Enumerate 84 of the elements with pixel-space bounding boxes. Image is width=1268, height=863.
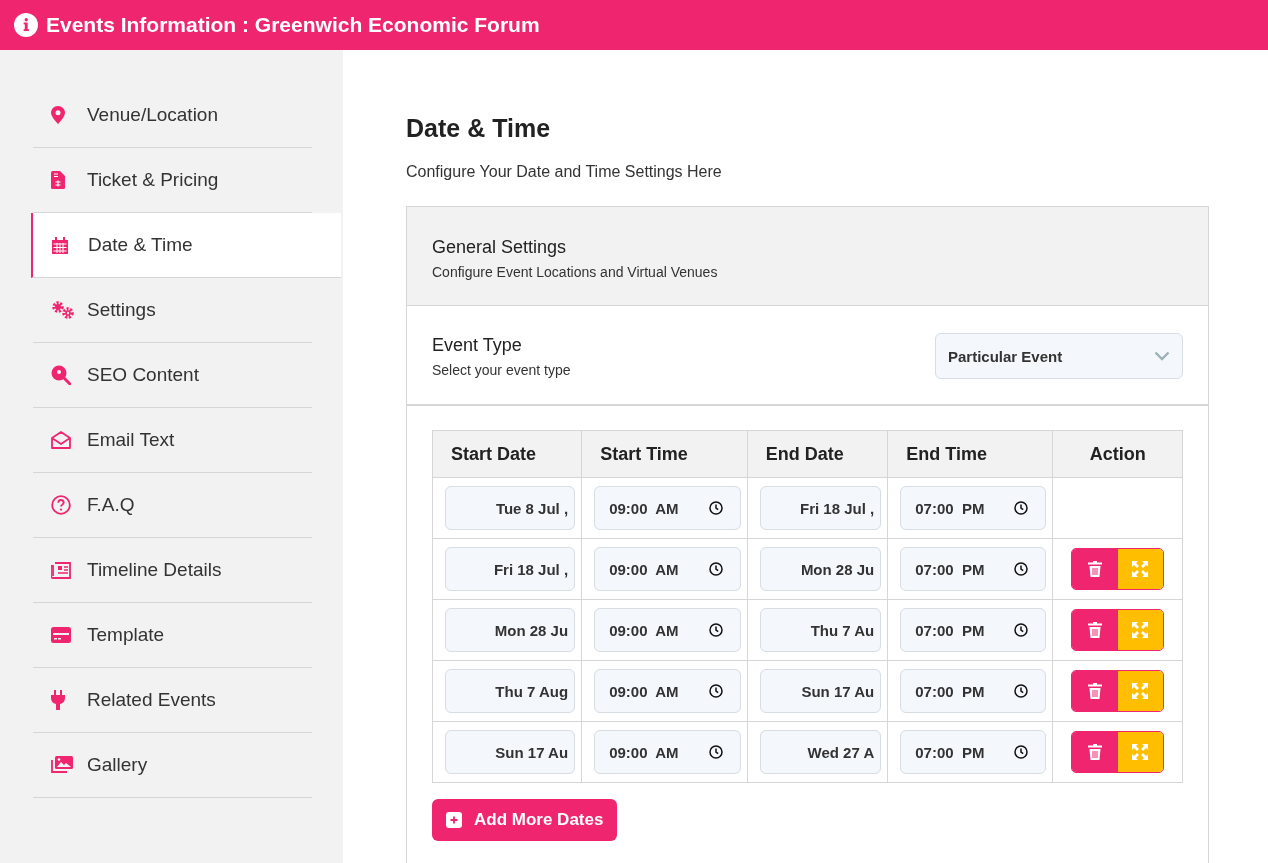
info-icon — [14, 13, 38, 37]
clock-icon — [708, 623, 723, 637]
question-icon — [51, 495, 71, 515]
column-header: End Time — [887, 430, 1053, 478]
delete-button[interactable] — [1072, 732, 1118, 772]
sidebar-item[interactable]: Email Text — [33, 408, 312, 473]
clock-icon — [1014, 562, 1029, 576]
end-time-field[interactable]: 07:00 PM — [900, 547, 1047, 591]
page-title: Date & Time — [406, 114, 552, 143]
start-date-field[interactable]: Sun 17 Au — [445, 730, 576, 774]
column-header: Start Date — [432, 430, 582, 478]
start-date-field[interactable]: Tue 8 Jul , — [445, 486, 576, 530]
sidebar-item[interactable]: Timeline Details — [33, 538, 312, 603]
expand-arrows-icon — [1132, 683, 1149, 699]
event-type-dropdown[interactable]: Particular Event — [935, 333, 1183, 379]
start-time-field[interactable]: 09:00 AM — [594, 730, 741, 774]
expand-button[interactable] — [1117, 732, 1164, 772]
sidebar-item[interactable]: Venue/Location — [33, 83, 312, 148]
clock-icon — [1014, 745, 1029, 759]
column-header: Action — [1052, 430, 1183, 478]
newspaper-icon — [51, 561, 71, 579]
sidebar-item[interactable]: Settings — [33, 278, 312, 343]
page-header-title: Events Information : Greenwich Economic Forum — [46, 13, 540, 37]
column-header: Start Time — [581, 430, 748, 478]
end-time-field[interactable]: 07:00 PM — [900, 608, 1047, 652]
end-time-field[interactable]: 07:00 PM — [900, 669, 1047, 713]
plug-icon — [51, 690, 65, 710]
start-date-field[interactable]: Thu 7 Aug — [445, 669, 576, 713]
clock-icon — [708, 501, 723, 515]
event-type-label: Event Type — [432, 334, 523, 356]
page-subtitle: Configure Your Date and Time Settings Here — [406, 163, 723, 181]
clock-icon — [708, 562, 723, 576]
card-icon — [51, 627, 71, 643]
expand-button[interactable] — [1117, 549, 1164, 589]
end-date-field[interactable]: Fri 18 Jul , — [759, 486, 882, 530]
end-time-field[interactable]: 07:00 PM — [900, 486, 1047, 530]
trash-icon — [1087, 683, 1102, 699]
start-date-field[interactable]: Fri 18 Jul , — [445, 547, 576, 591]
expand-button[interactable] — [1117, 610, 1164, 650]
end-time-field[interactable]: 07:00 PM — [900, 730, 1047, 774]
column-header: End Date — [747, 430, 888, 478]
sidebar-item[interactable]: Date & Time — [31, 213, 341, 278]
clock-icon — [1014, 501, 1029, 515]
sidebar-item[interactable]: Related Events — [33, 668, 312, 733]
clock-icon — [708, 684, 723, 698]
event-type-hint: Select your event type — [432, 361, 571, 378]
end-date-field[interactable]: Wed 27 A — [759, 730, 882, 774]
trash-icon — [1087, 561, 1102, 577]
card-subtitle: Configure Event Locations and Virtual Venues — [432, 264, 719, 280]
delete-button[interactable] — [1072, 549, 1118, 589]
sidebar-item[interactable]: Gallery — [33, 733, 312, 798]
end-date-field[interactable]: Mon 28 Ju — [759, 547, 882, 591]
clock-icon — [1014, 623, 1029, 637]
clock-icon — [708, 745, 723, 759]
trash-icon — [1087, 622, 1102, 638]
start-time-field[interactable]: 09:00 AM — [594, 608, 741, 652]
map-pin-icon — [51, 106, 65, 124]
sidebar-item[interactable]: F.A.Q — [33, 473, 312, 538]
end-date-field[interactable]: Sun 17 Au — [759, 669, 882, 713]
add-more-dates-button[interactable]: Add More Dates — [432, 799, 618, 841]
images-icon — [51, 756, 73, 774]
expand-arrows-icon — [1132, 744, 1149, 760]
end-date-field[interactable]: Thu 7 Au — [759, 608, 882, 652]
calendar-icon — [52, 236, 68, 254]
envelope-open-icon — [51, 431, 71, 449]
sidebar-item[interactable]: SEO Content — [33, 343, 312, 408]
clock-icon — [1014, 684, 1029, 698]
invoice-icon — [51, 171, 65, 189]
delete-button[interactable] — [1072, 610, 1118, 650]
plus-square-icon — [446, 812, 462, 828]
start-date-field[interactable]: Mon 28 Ju — [445, 608, 576, 652]
expand-arrows-icon — [1132, 622, 1149, 638]
card-title: General Settings — [432, 237, 568, 258]
expand-arrows-icon — [1132, 561, 1149, 577]
delete-button[interactable] — [1072, 671, 1118, 711]
start-time-field[interactable]: 09:00 AM — [594, 669, 741, 713]
start-time-field[interactable]: 09:00 AM — [594, 547, 741, 591]
expand-button[interactable] — [1117, 671, 1164, 711]
start-time-field[interactable]: 09:00 AM — [594, 486, 741, 530]
chevron-down-icon — [1154, 351, 1170, 361]
gears-icon — [51, 301, 75, 319]
sidebar-item[interactable]: Template — [33, 603, 312, 668]
trash-icon — [1087, 744, 1102, 760]
search-location-icon — [51, 365, 71, 385]
